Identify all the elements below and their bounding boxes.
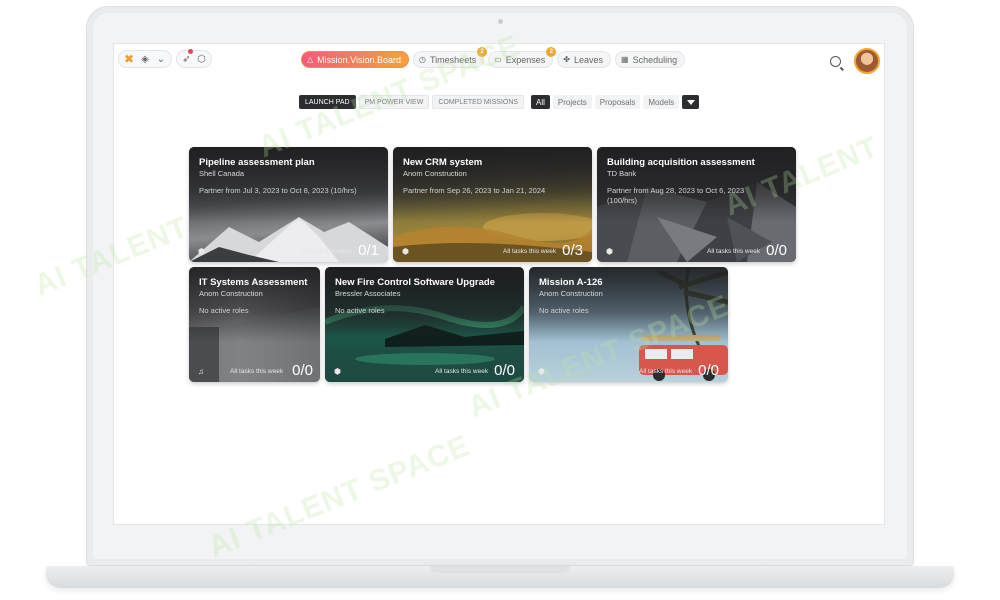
card-period: No active roles bbox=[199, 306, 249, 315]
tab-leaves[interactable]: ✤ Leaves bbox=[557, 51, 612, 68]
card-footer-label: All tasks this week bbox=[707, 248, 761, 255]
cube-icon: ⬢ bbox=[606, 247, 613, 256]
card-period: Partner from Jul 3, 2023 to Oct 8, 2023 … bbox=[199, 186, 357, 195]
filter-proposals[interactable]: Proposals bbox=[594, 95, 641, 109]
card-title: Pipeline assessment plan bbox=[199, 157, 315, 168]
cube-icon[interactable]: ⬡ bbox=[196, 53, 207, 65]
card-client: Bressler Associates bbox=[335, 289, 401, 298]
cube-icon: ⬢ bbox=[402, 247, 409, 256]
leaf-icon: ✤ bbox=[563, 55, 570, 64]
card-task-count: 0/0 bbox=[766, 242, 787, 259]
cube-icon: ⬢ bbox=[538, 367, 545, 376]
card-footer-label: All tasks this week bbox=[299, 248, 353, 255]
tab-timesheets[interactable]: ◷ Timesheets 2 bbox=[413, 47, 488, 68]
card-client: Anom Construction bbox=[199, 289, 263, 298]
tab-pm-power-view[interactable]: PM POWER VIEW bbox=[358, 95, 430, 109]
card-footer-label: All tasks this week bbox=[230, 368, 284, 375]
card-title: New CRM system bbox=[403, 157, 483, 168]
count-badge: 2 bbox=[546, 47, 557, 57]
app-logo-icon: ✖ bbox=[123, 52, 135, 66]
card-task-count: 0/0 bbox=[494, 362, 515, 379]
card-client: Anom Construction bbox=[403, 169, 467, 178]
card-task-count: 0/3 bbox=[562, 242, 583, 259]
card-client: Shell Canada bbox=[199, 169, 245, 178]
triangle-icon: △ bbox=[307, 55, 314, 64]
camera-dot bbox=[498, 19, 503, 24]
tab-completed-missions[interactable]: COMPLETED MISSIONS bbox=[432, 95, 525, 109]
app-screen: ✖ ◈ ⌄ ➶ ⬡ △ Mission.Vision.Board ◷ Times… bbox=[113, 43, 885, 525]
clock-icon: ◷ bbox=[419, 55, 427, 64]
card-client: Anom Construction bbox=[539, 289, 603, 298]
type-filters: All Projects Proposals Models bbox=[531, 95, 700, 109]
card-title: IT Systems Assessment bbox=[199, 277, 308, 288]
search-icon[interactable] bbox=[830, 56, 841, 67]
quick-actions: ➶ ⬡ bbox=[176, 50, 212, 68]
card-title: Mission A-126 bbox=[539, 277, 603, 288]
mission-card[interactable]: New CRM system Anom Construction Partner… bbox=[393, 147, 592, 262]
tab-scheduling[interactable]: ▦ Scheduling bbox=[615, 51, 686, 68]
tab-label: Expenses bbox=[505, 54, 546, 65]
calendar-icon: ▦ bbox=[621, 55, 629, 64]
tab-mission-vision-board[interactable]: △ Mission.Vision.Board bbox=[301, 51, 410, 68]
mission-card[interactable]: New Fire Control Software Upgrade Bressl… bbox=[325, 267, 524, 382]
top-bar: ✖ ◈ ⌄ ➶ ⬡ △ Mission.Vision.Board ◷ Times… bbox=[114, 44, 884, 78]
card-period: Partner from Sep 26, 2023 to Jan 21, 202… bbox=[403, 186, 546, 195]
card-footer-label: All tasks this week bbox=[435, 368, 489, 375]
music-icon: ♫ bbox=[198, 367, 204, 376]
filter-projects[interactable]: Projects bbox=[552, 95, 592, 109]
card-client: TD Bank bbox=[607, 169, 637, 178]
tab-label: Mission.Vision.Board bbox=[317, 54, 402, 65]
card-title: New Fire Control Software Upgrade bbox=[335, 277, 495, 288]
rocket-icon[interactable]: ➶ bbox=[181, 53, 192, 65]
main-nav: △ Mission.Vision.Board ◷ Timesheets 2 ▭ … bbox=[301, 47, 686, 68]
cube-icon: ⬢ bbox=[198, 247, 205, 256]
filter-all[interactable]: All bbox=[531, 95, 550, 109]
tab-expenses[interactable]: ▭ Expenses 2 bbox=[488, 47, 557, 68]
card-period: Partner from Aug 28, 2023 to Oct 6, 2023… bbox=[607, 186, 745, 205]
laptop-base-notch bbox=[430, 566, 570, 573]
tab-launch-pad[interactable]: LAUNCH PAD bbox=[299, 95, 356, 109]
filter-dropdown-button[interactable] bbox=[682, 95, 700, 109]
count-badge: 2 bbox=[477, 47, 488, 57]
card-title: Building acquisition assessment bbox=[607, 157, 755, 168]
workspace-switcher[interactable]: ✖ ◈ ⌄ bbox=[118, 50, 172, 68]
notification-dot bbox=[188, 49, 193, 54]
chevron-down-icon[interactable]: ⌄ bbox=[155, 53, 167, 65]
avatar[interactable] bbox=[854, 48, 880, 74]
mission-card[interactable]: IT Systems Assessment Anom Construction … bbox=[189, 267, 320, 382]
tab-label: Timesheets bbox=[430, 54, 477, 65]
card-footer-label: All tasks this week bbox=[503, 248, 557, 255]
stage: ✖ ◈ ⌄ ➶ ⬡ △ Mission.Vision.Board ◷ Times… bbox=[0, 0, 1000, 600]
card-period: No active roles bbox=[335, 306, 385, 315]
card-period: No active roles bbox=[539, 306, 589, 315]
mission-card[interactable]: Building acquisition assessment TD Bank … bbox=[597, 147, 796, 262]
mission-card[interactable]: Mission A-126 Anom Construction No activ… bbox=[529, 267, 728, 382]
tab-label: Leaves bbox=[574, 54, 604, 65]
card-task-count: 0/1 bbox=[358, 242, 379, 259]
view-tabs: LAUNCH PAD PM POWER VIEW COMPLETED MISSI… bbox=[299, 95, 525, 109]
receipt-icon: ▭ bbox=[494, 55, 502, 64]
card-task-count: 0/0 bbox=[292, 362, 313, 379]
card-task-count: 0/0 bbox=[698, 362, 719, 379]
cube-icon: ⬢ bbox=[334, 367, 341, 376]
card-footer-label: All tasks this week bbox=[639, 368, 693, 375]
filter-models[interactable]: Models bbox=[643, 95, 680, 109]
layers-icon: ◈ bbox=[141, 53, 149, 65]
mission-card[interactable]: Pipeline assessment plan Shell Canada Pa… bbox=[189, 147, 388, 262]
tab-label: Scheduling bbox=[632, 54, 678, 65]
